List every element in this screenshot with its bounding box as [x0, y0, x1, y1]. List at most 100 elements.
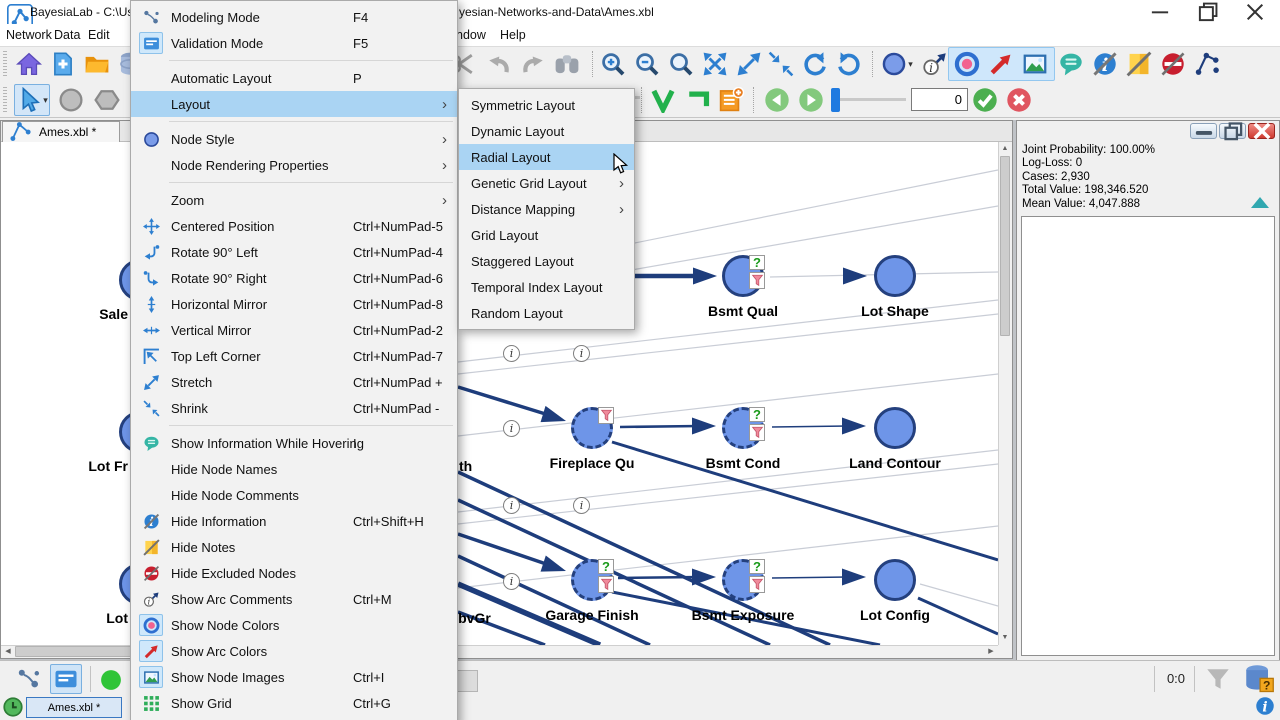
redo-button[interactable] — [518, 49, 548, 79]
previous-button[interactable] — [762, 85, 792, 115]
modeling-mode-button[interactable] — [14, 664, 44, 694]
elbow-arc-button[interactable] — [684, 85, 714, 115]
menu-item-node-style[interactable]: Node Style› — [131, 126, 457, 152]
scroll-down-arrow[interactable]: ▼ — [998, 631, 1012, 644]
menu-help[interactable]: Help — [500, 24, 526, 46]
zoom-level-input[interactable] — [911, 88, 968, 111]
menu-item-centered-position[interactable]: Centered PositionCtrl+NumPad-5 — [131, 213, 457, 239]
submenu-item-genetic-grid-layout[interactable]: Genetic Grid Layout› — [459, 170, 634, 196]
zoom-slider-handle[interactable] — [831, 88, 840, 112]
menu-item-hide-information[interactable]: iHide InformationCtrl+Shift+H — [131, 508, 457, 534]
database-status-icon[interactable]: ? — [1242, 662, 1276, 694]
zoom-in-button[interactable] — [598, 49, 628, 79]
menu-item-show-arc-comments[interactable]: iShow Arc CommentsCtrl+M — [131, 586, 457, 612]
menu-item-hide-node-comments[interactable]: Hide Node Comments — [131, 482, 457, 508]
hide-notes-button[interactable] — [1124, 49, 1154, 79]
scroll-up-arrow[interactable]: ▲ — [998, 142, 1012, 155]
submenu-item-grid-layout[interactable]: Grid Layout — [459, 222, 634, 248]
menu-item-show-information-while-hovering[interactable]: Show Information While HoveringI — [131, 430, 457, 456]
constraint-tool-button[interactable] — [92, 85, 122, 115]
graph-node-lot-config[interactable] — [874, 559, 916, 601]
collapse-arrow-icon[interactable] — [1251, 197, 1269, 208]
menu-item-hide-node-names[interactable]: Hide Node Names — [131, 456, 457, 482]
new-network-button[interactable] — [48, 49, 78, 79]
monitor-restore-button[interactable] — [1219, 123, 1246, 139]
submenu-item-staggered-layout[interactable]: Staggered Layout — [459, 248, 634, 274]
close-button[interactable] — [1238, 0, 1272, 24]
validate-button[interactable] — [648, 85, 678, 115]
confirm-button[interactable] — [970, 85, 1000, 115]
graph-node-land-contour[interactable] — [874, 407, 916, 449]
show-node-images-button[interactable] — [1020, 49, 1050, 79]
rotate-left-button[interactable] — [800, 49, 830, 79]
menu-item-horizontal-mirror[interactable]: Horizontal MirrorCtrl+NumPad-8 — [131, 291, 457, 317]
toolbar-gripper[interactable] — [3, 87, 7, 113]
menu-item-shrink[interactable]: ShrinkCtrl+NumPad - — [131, 395, 457, 421]
menu-item-zoom[interactable]: Zoom› — [131, 187, 457, 213]
stretch-button[interactable] — [734, 49, 764, 79]
menu-item-top-left-corner[interactable]: Top Left CornerCtrl+NumPad-7 — [131, 343, 457, 369]
document-tab[interactable]: Ames.xbl * — [2, 121, 120, 142]
menu-item-show-node-images[interactable]: Show Node ImagesCtrl+I — [131, 664, 457, 690]
show-information-hovering-button[interactable] — [1056, 49, 1086, 79]
submenu-item-temporal-index-layout[interactable]: Temporal Index Layout — [459, 274, 634, 300]
arc-comment-button[interactable]: i — [920, 49, 950, 79]
open-button[interactable] — [82, 49, 112, 79]
arc-info-badge-icon[interactable]: i — [503, 345, 520, 362]
node-style-button[interactable]: ▾ — [878, 49, 916, 79]
hide-excluded-nodes-button[interactable] — [1158, 49, 1188, 79]
menu-item-show-arc-colors[interactable]: Show Arc Colors — [131, 638, 457, 664]
shrink-button[interactable] — [766, 49, 796, 79]
menu-item-layout[interactable]: Layout› — [131, 91, 457, 117]
submenu-item-distance-mapping[interactable]: Distance Mapping› — [459, 196, 634, 222]
menu-network[interactable]: Network — [6, 24, 52, 46]
minimize-button[interactable] — [1143, 0, 1177, 24]
menu-item-modeling-mode[interactable]: Modeling ModeF4 — [131, 4, 457, 30]
menu-item-vertical-mirror[interactable]: Vertical MirrorCtrl+NumPad-2 — [131, 317, 457, 343]
monitor-minimize-button[interactable] — [1190, 123, 1217, 139]
show-arc-colors-button[interactable] — [986, 49, 1016, 79]
arc-info-badge-icon[interactable]: i — [573, 497, 590, 514]
zoom-button[interactable] — [666, 49, 696, 79]
menu-item-validation-mode[interactable]: Validation ModeF5 — [131, 30, 457, 56]
menu-item-stretch[interactable]: StretchCtrl+NumPad + — [131, 369, 457, 395]
menu-edit[interactable]: Edit — [88, 24, 110, 46]
home-button[interactable] — [14, 49, 44, 79]
undo-button[interactable] — [484, 49, 514, 79]
arc-info-badge-icon[interactable]: i — [503, 573, 520, 590]
show-node-colors-button[interactable] — [952, 49, 982, 79]
menu-item-automatic-layout[interactable]: Automatic LayoutP — [131, 65, 457, 91]
toolbar-gripper[interactable] — [3, 51, 7, 77]
submenu-item-radial-layout[interactable]: Radial Layout — [459, 144, 634, 170]
menu-item-hide-notes[interactable]: Hide Notes — [131, 534, 457, 560]
zoom-out-button[interactable] — [632, 49, 662, 79]
rotate-right-button[interactable] — [834, 49, 864, 79]
menu-item-rotate-90-left[interactable]: Rotate 90° LeftCtrl+NumPad-4 — [131, 239, 457, 265]
info-button[interactable]: i — [1252, 694, 1278, 718]
submenu-item-symmetric-layout[interactable]: Symmetric Layout — [459, 92, 634, 118]
arc-info-badge-icon[interactable]: i — [573, 345, 590, 362]
vertical-scroll-thumb[interactable] — [1000, 156, 1010, 336]
zoom-slider-track[interactable] — [840, 98, 906, 101]
menu-item-node-rendering-properties[interactable]: Node Rendering Properties› — [131, 152, 457, 178]
graph-node-lot-shape[interactable] — [874, 255, 916, 297]
next-button[interactable] — [796, 85, 826, 115]
select-tool-button[interactable]: ▾ — [14, 84, 50, 116]
menu-data[interactable]: Data — [54, 24, 80, 46]
arc-info-badge-icon[interactable]: i — [503, 420, 520, 437]
submenu-item-random-layout[interactable]: Random Layout — [459, 300, 634, 326]
menu-item-rotate-90-right[interactable]: Rotate 90° RightCtrl+NumPad-6 — [131, 265, 457, 291]
statusbar-document-tab[interactable]: Ames.xbl * — [26, 697, 122, 718]
menu-window[interactable]: ndow — [456, 24, 486, 46]
arc-info-badge-icon[interactable]: i — [503, 497, 520, 514]
restore-button[interactable] — [1191, 0, 1225, 24]
scroll-right-arrow[interactable]: ▶ — [984, 645, 998, 658]
validation-mode-button[interactable] — [50, 664, 82, 694]
add-note-button[interactable] — [716, 85, 746, 115]
search-button[interactable] — [552, 49, 582, 79]
cancel-button[interactable] — [1004, 85, 1034, 115]
menu-item-show-grid[interactable]: Show GridCtrl+G — [131, 690, 457, 716]
scroll-left-arrow[interactable]: ◀ — [1, 645, 15, 658]
submenu-item-dynamic-layout[interactable]: Dynamic Layout — [459, 118, 634, 144]
fit-view-button[interactable] — [700, 49, 730, 79]
